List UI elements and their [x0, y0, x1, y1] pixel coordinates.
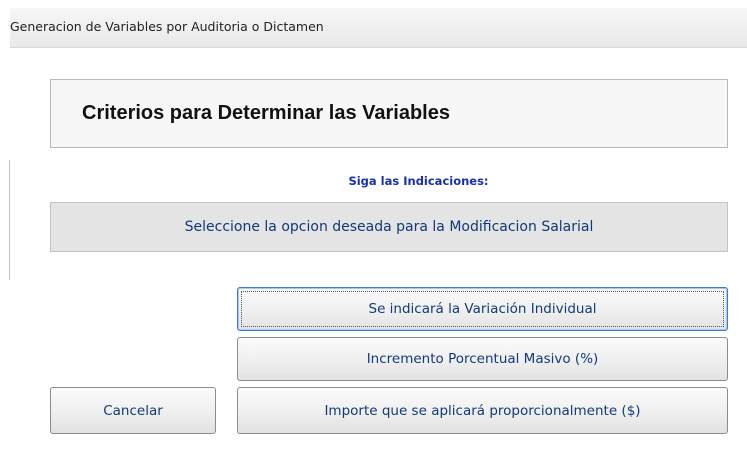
page-title: Criterios para Determinar las Variables	[82, 102, 450, 124]
proportional-amount-button[interactable]: Importe que se aplicará proporcionalment…	[237, 387, 728, 434]
cancel-button[interactable]: Cancelar	[50, 387, 216, 434]
title-bar[interactable]: Generacion de Variables por Auditoria o …	[10, 8, 747, 48]
prompt-panel: Seleccione la opcion deseada para la Mod…	[50, 202, 728, 252]
individual-variation-button[interactable]: Se indicará la Variación Individual	[237, 287, 728, 331]
instructions-label: Siga las Indicaciones:	[348, 174, 489, 188]
percentage-increase-button[interactable]: Incremento Porcentual Masivo (%)	[237, 337, 728, 381]
proportional-amount-label: Importe que se aplicará proporcionalment…	[324, 402, 641, 419]
cancel-label: Cancelar	[103, 402, 163, 419]
prompt-text: Seleccione la opcion deseada para la Mod…	[184, 219, 594, 235]
header-panel: Criterios para Determinar las Variables	[50, 79, 728, 148]
dialog-window: Generacion de Variables por Auditoria o …	[0, 0, 747, 472]
window-title: Generacion de Variables por Auditoria o …	[10, 19, 324, 34]
individual-variation-label: Se indicará la Variación Individual	[368, 301, 597, 317]
percentage-increase-label: Incremento Porcentual Masivo (%)	[366, 351, 599, 367]
